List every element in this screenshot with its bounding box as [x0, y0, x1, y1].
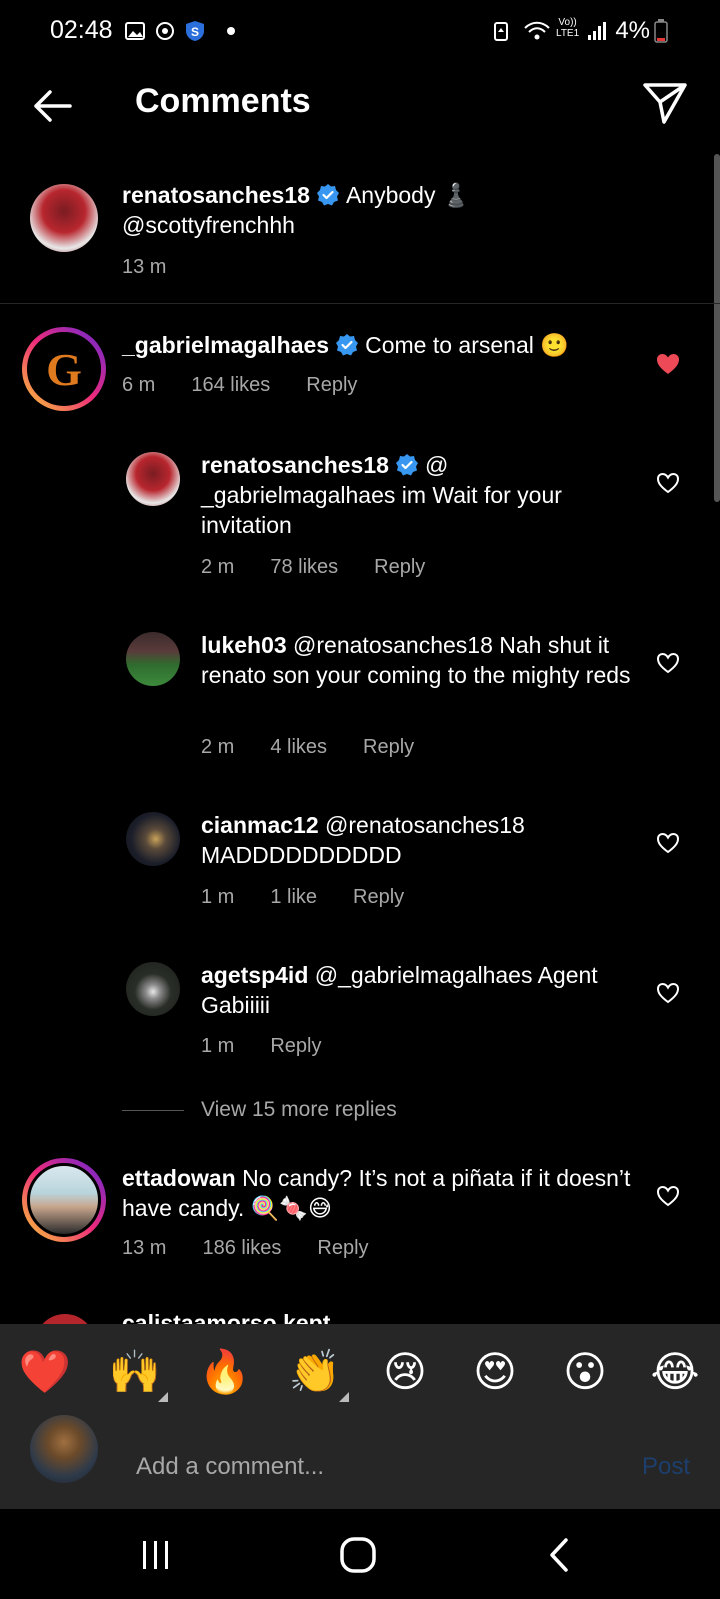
reply-username[interactable]: renatosanches18	[201, 452, 389, 478]
reply-likes[interactable]: 78 likes	[270, 556, 338, 578]
home-icon[interactable]	[338, 1535, 378, 1575]
comment-input[interactable]: Add a comment...	[136, 1453, 324, 1481]
heart-outline-icon[interactable]	[655, 830, 681, 856]
reply-button[interactable]: Reply	[270, 1035, 321, 1057]
verified-badge-icon	[336, 334, 359, 356]
reply-likes[interactable]: 1 like	[270, 886, 317, 908]
heart-filled-icon[interactable]	[655, 351, 681, 377]
comment-body: Come to arsenal 🙂	[365, 332, 569, 358]
comment-composer: Add a comment... Post	[0, 1415, 720, 1509]
crying-face-emoji[interactable]: 😢	[375, 1346, 435, 1398]
divider	[0, 303, 720, 304]
comment-username[interactable]: ettadowan	[122, 1165, 236, 1191]
volte-label: Vo))	[558, 17, 577, 28]
sync-icon	[156, 22, 174, 40]
quick-reactions-bar: ❤️ 🙌 🔥 👏 😢 😍 😮 😂	[0, 1324, 720, 1429]
wifi-icon	[524, 21, 550, 40]
heart-outline-icon[interactable]	[655, 980, 681, 1006]
skin-tone-indicator-icon	[158, 1392, 168, 1402]
comment-time: 13 m	[122, 1237, 167, 1259]
heart-eyes-emoji[interactable]: 😍	[465, 1346, 525, 1398]
reply-button[interactable]: Reply	[317, 1237, 368, 1259]
battery-saver-icon	[494, 22, 508, 41]
battery-percent: 4%	[615, 17, 650, 44]
reply-time: 2 m	[201, 556, 235, 578]
volte-icon: Vo)) LTE1	[556, 17, 579, 39]
comment-text: _gabrielmagalhaes Come to arsenal 🙂	[122, 330, 642, 360]
comments-header: Comments	[0, 62, 720, 152]
surprised-face-emoji[interactable]: 😮	[555, 1346, 615, 1398]
heart-outline-icon[interactable]	[655, 1183, 681, 1209]
status-time: 02:48	[50, 16, 113, 44]
reply-meta: 1 m 1 like Reply	[201, 886, 440, 909]
verified-badge-icon	[316, 184, 339, 206]
clapping-hands-emoji[interactable]: 👏	[285, 1346, 345, 1398]
svg-text:S: S	[191, 25, 199, 39]
reply-likes[interactable]: 4 likes	[270, 736, 327, 758]
caption-time: 13 m	[122, 256, 167, 278]
avatar[interactable]: G	[27, 332, 101, 406]
comment-meta: 13 m 186 likes Reply	[122, 1237, 405, 1260]
raising-hands-emoji[interactable]: 🙌	[105, 1346, 165, 1398]
comment-meta: 6 m 164 likes Reply	[122, 374, 393, 397]
reply-text: agetsp4id @_gabrielmagalhaes Agent Gabii…	[201, 960, 631, 1020]
reply-meta: 1 m Reply	[201, 1035, 357, 1058]
avatar[interactable]	[126, 452, 180, 506]
reply-text: renatosanches18 @ _gabrielmagalhaes im Wa…	[201, 450, 631, 540]
comment-likes[interactable]: 164 likes	[191, 374, 270, 396]
page-title: Comments	[135, 82, 311, 120]
avatar-letter: G	[46, 343, 82, 395]
post-button[interactable]: Post	[642, 1453, 690, 1481]
back-arrow-icon[interactable]	[28, 82, 76, 130]
reply-button[interactable]: Reply	[363, 736, 414, 758]
comment-likes[interactable]: 186 likes	[202, 1237, 281, 1259]
caption-meta: 13 m	[122, 256, 202, 279]
system-nav-bar	[0, 1509, 720, 1599]
comment-text: ettadowan No candy? It’s not a piñata if…	[122, 1163, 642, 1223]
reply-button[interactable]: Reply	[374, 556, 425, 578]
heart-outline-icon[interactable]	[655, 650, 681, 676]
reply-time: 1 m	[201, 886, 235, 908]
lte-label: LTE1	[556, 28, 580, 39]
reply-username[interactable]: lukeh03	[201, 632, 287, 658]
reply-text: lukeh03 @renatosanches18 Nah shut it ren…	[201, 630, 631, 690]
view-more-divider	[122, 1110, 184, 1111]
battery-icon	[654, 19, 668, 43]
avatar[interactable]	[126, 812, 180, 866]
red-heart-emoji[interactable]: ❤️	[15, 1346, 75, 1398]
signal-icon	[588, 22, 606, 40]
image-icon	[125, 22, 145, 40]
reply-meta: 2 m 78 likes Reply	[201, 556, 461, 579]
avatar[interactable]	[27, 1163, 101, 1237]
fire-emoji[interactable]: 🔥	[195, 1346, 255, 1398]
tears-of-joy-emoji[interactable]: 😂	[645, 1346, 705, 1398]
skin-tone-indicator-icon	[339, 1392, 349, 1402]
reply-button[interactable]: Reply	[353, 886, 404, 908]
comment-username[interactable]: _gabrielmagalhaes	[122, 332, 329, 358]
reply-text: cianmac12 @renatosanches18 MADDDDDDDDDD	[201, 810, 631, 870]
caption-username[interactable]: renatosanches18	[122, 182, 310, 208]
dot-icon	[227, 27, 235, 35]
status-bar: 02:48 S Vo)) LTE1 4%	[0, 0, 720, 62]
reply-time: 2 m	[201, 736, 235, 758]
caption-text: renatosanches18 Anybody ♟️ @scottyfrenchh…	[122, 180, 642, 240]
avatar[interactable]	[30, 184, 98, 252]
verified-badge-icon	[395, 454, 418, 476]
scrollbar[interactable]	[714, 154, 720, 502]
reply-meta: 2 m 4 likes Reply	[201, 736, 450, 759]
send-icon[interactable]	[642, 80, 688, 126]
back-nav-icon[interactable]	[540, 1535, 580, 1575]
view-more-replies-button[interactable]: View 15 more replies	[201, 1098, 397, 1122]
reply-time: 1 m	[201, 1035, 235, 1057]
avatar[interactable]	[126, 962, 180, 1016]
avatar[interactable]	[126, 632, 180, 686]
recent-apps-icon[interactable]	[136, 1535, 176, 1575]
shield-icon: S	[186, 21, 204, 41]
reply-username[interactable]: agetsp4id	[201, 962, 308, 988]
heart-outline-icon[interactable]	[655, 470, 681, 496]
current-user-avatar	[30, 1415, 98, 1483]
reply-button[interactable]: Reply	[306, 374, 357, 396]
reply-username[interactable]: cianmac12	[201, 812, 319, 838]
comment-time: 6 m	[122, 374, 156, 396]
